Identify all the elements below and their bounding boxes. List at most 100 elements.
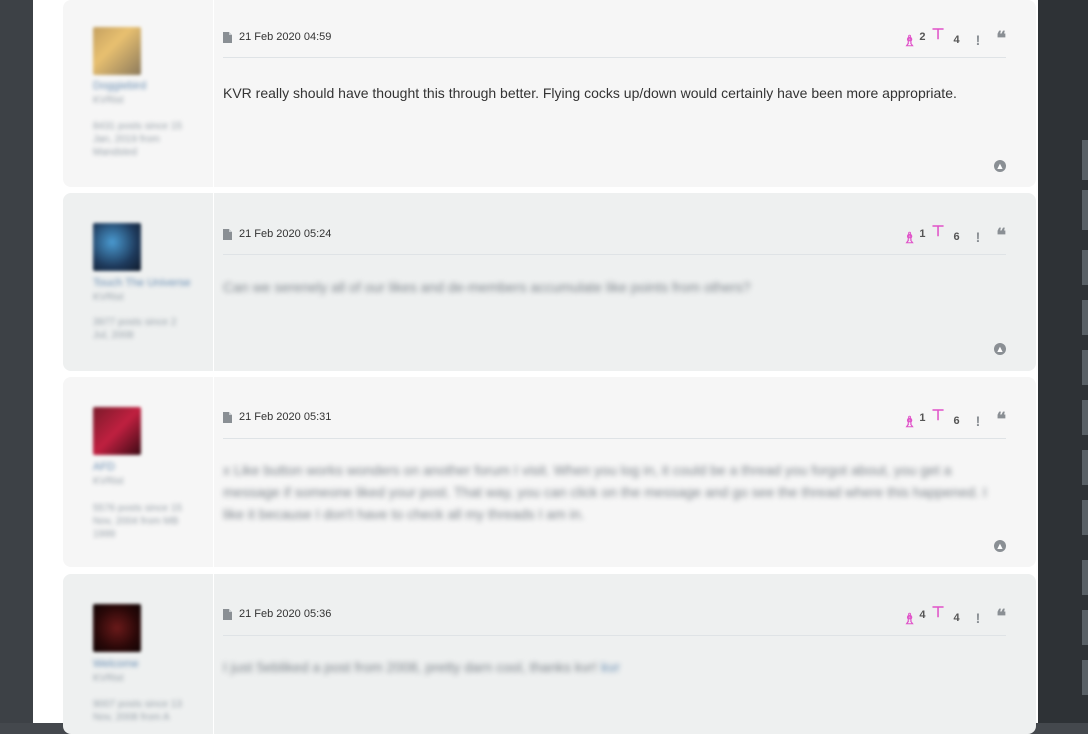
post-date[interactable]: 21 Feb 2020 05:36: [239, 608, 331, 620]
sidebar-strip: [1082, 140, 1088, 180]
reaction-down-count: 6: [953, 415, 960, 427]
avatar[interactable]: [93, 223, 141, 271]
reaction-up-count: 4: [919, 609, 926, 621]
quote-icon[interactable]: ❝: [996, 29, 1006, 47]
avatar[interactable]: [93, 407, 141, 455]
post-content-text: I just 5ebliked a post from 2008, pretty…: [223, 659, 598, 675]
avatar[interactable]: [93, 604, 141, 652]
post-meta: 21 Feb 2020 04:59: [223, 31, 331, 43]
inline-tag-link[interactable]: kvr: [601, 659, 620, 675]
post-divider: [223, 57, 1006, 58]
author-name[interactable]: Doggiebird: [93, 80, 146, 92]
post-actions: ♗ 4 ⊤ 4 ! ❝: [903, 602, 1006, 627]
document-icon[interactable]: [223, 228, 232, 240]
post-body: 21 Feb 2020 05:24 ♗ 1 ⊤ 6 ! ❝ Can we ser…: [223, 193, 1006, 371]
post-divider: [223, 438, 1006, 439]
exclamation-icon[interactable]: !: [976, 610, 981, 626]
author-name[interactable]: AFD: [93, 461, 115, 473]
reaction-up-count: 1: [919, 228, 926, 240]
sidebar-strip: [1082, 350, 1088, 385]
reaction-down-button[interactable]: ⊤ 6: [931, 224, 959, 243]
sidebar-strip: [1082, 190, 1088, 230]
author-rank: KVRist: [93, 673, 124, 684]
reaction-down-icon: ⊤: [931, 407, 945, 424]
post-divider: [223, 635, 1006, 636]
post-content: KVR really should have thought this thro…: [223, 85, 957, 101]
post-body: 21 Feb 2020 05:31 ♗ 1 ⊤ 6 ! ❝ x Like but…: [223, 377, 1006, 567]
post-profile: Doggiebird KVRist 8431 posts since 15 Ja…: [63, 0, 214, 187]
author-rank: KVRist: [93, 292, 124, 303]
sidebar-strip: [1082, 560, 1088, 595]
sidebar-strip: [1082, 450, 1088, 485]
chevron-up-icon[interactable]: ▲: [994, 343, 1006, 355]
post-meta: 21 Feb 2020 05:36: [223, 608, 331, 620]
post: Welcome KVRist 9007 posts since 13 Nov, …: [63, 574, 1036, 734]
avatar[interactable]: [93, 27, 141, 75]
exclamation-icon[interactable]: !: [976, 32, 981, 48]
reaction-down-icon: ⊤: [931, 604, 945, 621]
chevron-up-icon[interactable]: ▲: [994, 160, 1006, 172]
reaction-up-button[interactable]: ♗ 1: [903, 405, 926, 430]
author-posts-info: 8431 posts since 15 Jan, 2019 from Mands…: [93, 121, 182, 158]
reaction-up-count: 1: [919, 412, 926, 424]
author-name[interactable]: Welcome: [93, 658, 139, 670]
reaction-down-count: 4: [953, 34, 960, 46]
sidebar-strip: [1082, 400, 1088, 435]
reaction-up-icon: ♗: [902, 230, 917, 247]
author-rank: KVRist: [93, 476, 124, 487]
sidebar-strip: [1082, 660, 1088, 695]
topic-page: Doggiebird KVRist 8431 posts since 15 Ja…: [33, 0, 1038, 734]
reaction-down-icon: ⊤: [931, 223, 945, 240]
post: AFD KVRist 5576 posts since 15 Nov, 2004…: [63, 377, 1036, 567]
document-icon[interactable]: [223, 608, 232, 620]
chevron-up-icon[interactable]: ▲: [994, 540, 1006, 552]
document-icon[interactable]: [223, 411, 232, 423]
post-profile: AFD KVRist 5576 posts since 15 Nov, 2004…: [63, 377, 214, 567]
author-posts-info: 5576 posts since 15 Nov, 2004 from MB 19…: [93, 503, 182, 540]
quote-icon[interactable]: ❝: [996, 226, 1006, 244]
sidebar-strip: [1082, 500, 1088, 535]
reaction-down-button[interactable]: ⊤ 4: [931, 605, 959, 624]
author-name[interactable]: Touch The Universe: [93, 277, 191, 289]
reaction-up-icon: ♗: [902, 611, 917, 628]
reaction-up-icon: ♗: [902, 414, 917, 431]
post-actions: ♗ 2 ⊤ 4 ! ❝: [903, 24, 1006, 49]
author-rank: KVRist: [93, 95, 124, 106]
post-content: Can we serenely all of our likes and de-…: [223, 279, 751, 295]
post-body: 21 Feb 2020 05:36 ♗ 4 ⊤ 4 ! ❝ I just 5eb…: [223, 574, 1006, 734]
right-sidebar: [1038, 0, 1088, 723]
post-date[interactable]: 21 Feb 2020 05:24: [239, 228, 331, 240]
post-content: x Like button works wonders on another f…: [223, 462, 987, 522]
author-posts-info: 9007 posts since 13 Nov, 2008 from A: [93, 699, 182, 723]
sidebar-strip: [1082, 610, 1088, 645]
quote-icon[interactable]: ❝: [996, 607, 1006, 625]
sidebar-strip: [1082, 300, 1088, 335]
post-divider: [223, 254, 1006, 255]
post-meta: 21 Feb 2020 05:24: [223, 228, 331, 240]
post-date[interactable]: 21 Feb 2020 05:31: [239, 411, 331, 423]
reaction-up-button[interactable]: ♗ 2: [903, 24, 926, 49]
exclamation-icon[interactable]: !: [976, 229, 981, 245]
reaction-down-button[interactable]: ⊤ 4: [931, 27, 959, 46]
reaction-up-button[interactable]: ♗ 1: [903, 221, 926, 246]
left-gutter: [0, 0, 33, 723]
quote-icon[interactable]: ❝: [996, 410, 1006, 428]
reaction-down-icon: ⊤: [931, 26, 945, 43]
post-date[interactable]: 21 Feb 2020 04:59: [239, 31, 331, 43]
post-actions: ♗ 1 ⊤ 6 ! ❝: [903, 405, 1006, 430]
document-icon[interactable]: [223, 31, 232, 43]
post-actions: ♗ 1 ⊤ 6 ! ❝: [903, 221, 1006, 246]
reaction-up-button[interactable]: ♗ 4: [903, 602, 926, 627]
reaction-down-count: 4: [953, 612, 960, 624]
post-profile: Touch The Universe KVRist 3977 posts sin…: [63, 193, 214, 371]
sidebar-strip: [1082, 250, 1088, 285]
author-posts-info: 3977 posts since 2 Jul, 2008: [93, 317, 177, 341]
post: Doggiebird KVRist 8431 posts since 15 Ja…: [63, 0, 1036, 187]
reaction-down-count: 6: [953, 231, 960, 243]
post-meta: 21 Feb 2020 05:31: [223, 411, 331, 423]
post-body: 21 Feb 2020 04:59 ♗ 2 ⊤ 4 ! ❝ KVR really…: [223, 0, 1006, 187]
reaction-down-button[interactable]: ⊤ 6: [931, 408, 959, 427]
exclamation-icon[interactable]: !: [976, 413, 981, 429]
reaction-up-count: 2: [919, 31, 926, 43]
reaction-up-icon: ♗: [902, 33, 917, 50]
